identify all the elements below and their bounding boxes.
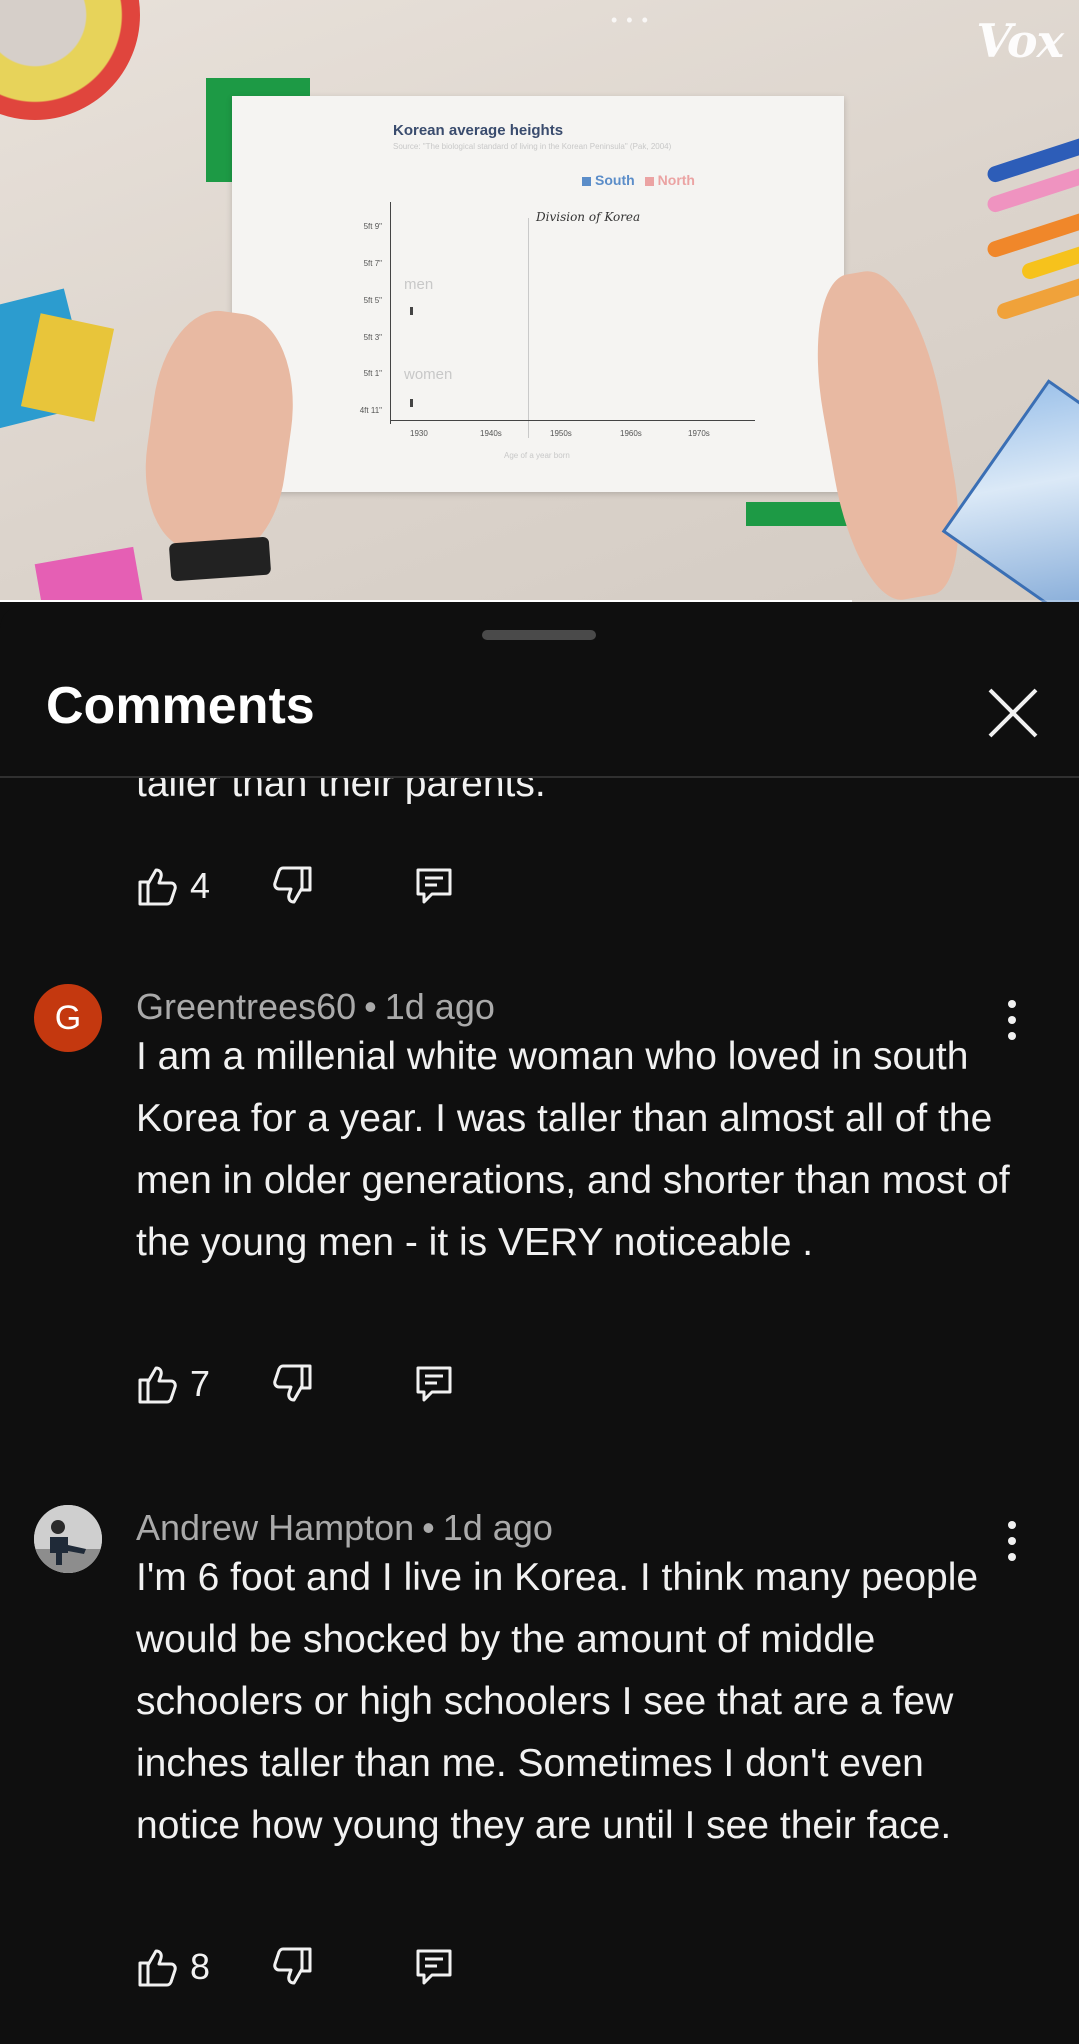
x-tick: 1940s	[480, 429, 502, 438]
chart-title: Korean average heights	[393, 122, 564, 139]
drag-handle[interactable]	[482, 630, 596, 640]
comment-meta: Greentrees60 • 1d ago	[136, 986, 495, 1027]
comment-actions: 8	[136, 1943, 456, 1991]
chart-source: Source: "The biological standard of livi…	[393, 142, 672, 151]
division-line	[528, 218, 529, 438]
loading-dots: • • •	[611, 10, 650, 30]
y-tick: 5ft 7"	[363, 259, 382, 268]
like-button[interactable]: 7	[136, 1362, 250, 1406]
thumbs-down-icon	[273, 1947, 312, 1985]
like-count: 4	[190, 865, 211, 906]
close-button[interactable]	[978, 678, 1048, 748]
legend-south: South	[582, 172, 635, 188]
like-count: 7	[190, 1363, 211, 1404]
comment-author[interactable]: Andrew Hampton	[136, 1507, 414, 1548]
pencil-pouch	[941, 379, 1079, 602]
data-point-men	[410, 307, 413, 315]
comments-title: Comments	[46, 677, 315, 735]
comment-actions: 4	[136, 862, 456, 910]
x-tick: 1970s	[688, 429, 710, 438]
legend-north: North	[644, 172, 695, 188]
reply-icon	[416, 1949, 452, 1985]
close-icon	[988, 688, 1038, 738]
series-label-men: men	[404, 276, 434, 293]
y-tick: 5ft 1"	[363, 369, 382, 378]
marker-amber	[994, 274, 1079, 322]
comment-text: I am a millenial white woman who loved i…	[136, 1035, 1010, 1264]
comment-author[interactable]: Greentrees60	[136, 986, 356, 1027]
chart-sheet: Korean average heights Source: "The biol…	[232, 96, 844, 492]
vox-logo: Vox	[976, 14, 1064, 68]
thumbs-down-icon	[273, 866, 312, 904]
y-tick: 5ft 5"	[363, 296, 382, 305]
wristwatch	[168, 536, 272, 582]
dislike-button[interactable]	[270, 1945, 314, 1989]
video-player[interactable]: Korean average heights Source: "The biol…	[0, 0, 1079, 602]
green-corner	[206, 78, 234, 182]
reply-icon	[416, 868, 452, 904]
data-point-women	[410, 399, 413, 407]
chart-legend: South North	[582, 172, 695, 188]
y-tick: 4ft 11"	[359, 406, 382, 415]
video-progress-bar[interactable]	[0, 600, 1079, 602]
y-tick: 5ft 9"	[363, 222, 382, 231]
like-button[interactable]: 8	[136, 1945, 250, 1989]
avatar[interactable]: G	[34, 984, 102, 1052]
comment-text-partial: taller than their parents.	[136, 778, 546, 805]
pink-paper	[34, 546, 146, 602]
comment-time: 1d ago	[384, 986, 495, 1027]
x-tick: 1950s	[550, 429, 572, 438]
tape-roll	[0, 0, 140, 120]
thumbs-up-icon	[138, 1949, 177, 1987]
profile-photo	[34, 1505, 102, 1573]
x-axis-label: Age of a year born	[504, 451, 570, 460]
comments-sheet: Comments taller than their parents. 4 G	[0, 606, 1079, 2044]
like-button[interactable]: 4	[136, 864, 250, 908]
comment-time: 1d ago	[442, 1507, 553, 1548]
series-label-women: women	[404, 366, 453, 383]
x-tick: 1960s	[620, 429, 642, 438]
comment-actions: 7	[136, 1360, 456, 1408]
video-progress-fill	[0, 600, 853, 602]
reply-button[interactable]	[412, 1945, 456, 1989]
like-count: 8	[190, 1946, 211, 1987]
thumbs-up-icon	[138, 868, 177, 906]
thumbs-down-icon	[273, 1364, 312, 1402]
comment-meta: Andrew Hampton • 1d ago	[136, 1507, 553, 1548]
right-hand	[800, 262, 974, 602]
comments-list[interactable]: taller than their parents. 4 G Greentree…	[0, 778, 1079, 2044]
reply-button[interactable]	[412, 1362, 456, 1406]
x-tick: 1930	[410, 429, 428, 438]
x-axis	[390, 420, 755, 421]
reply-icon	[416, 1366, 452, 1402]
division-annotation: Division of Korea	[536, 210, 641, 224]
y-tick: 5ft 3"	[363, 333, 382, 342]
dislike-button[interactable]	[270, 864, 314, 908]
y-axis	[390, 202, 391, 424]
comment-text: I'm 6 foot and I live in Korea. I think …	[136, 1556, 979, 1847]
dislike-button[interactable]	[270, 1362, 314, 1406]
reply-button[interactable]	[412, 864, 456, 908]
thumbs-up-icon	[138, 1366, 177, 1404]
avatar[interactable]	[34, 1505, 102, 1573]
